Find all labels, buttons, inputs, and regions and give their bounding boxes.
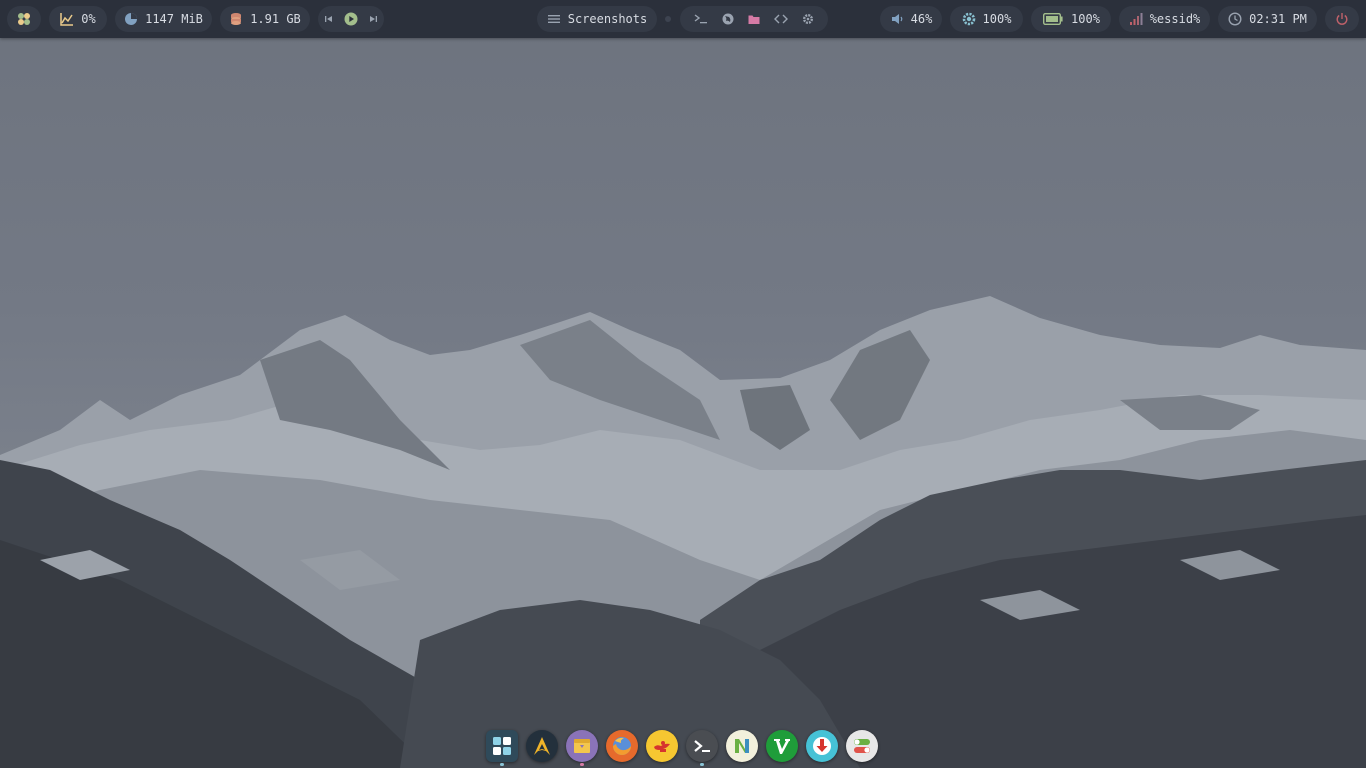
memory-pie-icon [124,12,138,26]
network-value: %essid% [1149,12,1201,26]
update-download-icon [813,737,831,755]
dock-app-updater[interactable] [806,730,838,762]
skip-previous-icon[interactable] [324,14,334,24]
memory-widget[interactable]: 1147 MiB [115,6,212,32]
brightness-value: 100% [982,12,1012,26]
dock-app-settings-toggle[interactable] [846,730,878,762]
toggle-switches-icon [854,739,870,753]
dock-app-terminal[interactable] [686,730,718,762]
signal-bars-icon [1129,12,1143,26]
volume-widget[interactable]: 46% [880,6,942,32]
vim-icon [774,739,790,754]
clock-icon [1228,12,1242,26]
window-title: Screenshots [567,12,648,26]
arch-logo-icon [534,737,550,755]
disk-stack-icon [229,12,243,26]
desktop-wallpaper [0,0,1366,768]
running-indicator [500,763,504,766]
dock-app-genie[interactable] [646,730,678,762]
volume-value: 46% [910,12,933,26]
separator-dot [665,16,671,22]
folder-icon[interactable] [748,14,760,25]
speaker-icon [890,12,904,26]
hamburger-icon [547,12,561,26]
battery-icon [1042,12,1064,26]
launcher-button[interactable] [7,6,41,32]
cpu-widget[interactable]: 0% [49,6,107,32]
dock-app-firefox[interactable] [606,730,638,762]
cpu-chart-icon [60,12,74,26]
dock-app-vim[interactable] [766,730,798,762]
memory-value: 1147 MiB [145,12,203,26]
firefox-icon [613,737,631,755]
battery-value: 100% [1071,12,1100,26]
power-icon [1335,12,1349,26]
quick-launch [680,6,828,32]
running-indicator [580,763,584,766]
genie-lamp-icon [654,741,670,752]
play-icon[interactable] [344,12,358,26]
running-indicator [700,763,704,766]
brightness-icon [962,12,976,26]
dock-app-nvim[interactable] [726,730,758,762]
clock-value: 02:31 PM [1249,12,1307,26]
power-button[interactable] [1325,6,1359,32]
grid-launcher-icon [493,737,511,755]
dock-app-arch[interactable] [526,730,558,762]
battery-widget[interactable]: 100% [1031,6,1111,32]
network-widget[interactable]: %essid% [1119,6,1210,32]
cpu-value: 0% [81,12,96,26]
skip-next-icon[interactable] [368,14,378,24]
globe-icon[interactable] [722,13,734,25]
dock [484,728,882,766]
clock-widget[interactable]: 02:31 PM [1218,6,1317,32]
dock-app-launcher[interactable] [486,730,518,762]
neovim-icon [735,739,749,753]
disk-widget[interactable]: 1.91 GB [220,6,310,32]
window-title-widget[interactable]: Screenshots [537,6,657,32]
top-panel: 0% 1147 MiB 1.91 GB Screenshots 46% 100%… [0,0,1366,38]
dock-app-archive-manager[interactable] [566,730,598,762]
media-controls [318,6,384,32]
terminal-icon[interactable] [694,13,708,25]
mountain-landscape [0,296,1366,768]
disk-value: 1.91 GB [250,12,301,26]
brightness-widget[interactable]: 100% [950,6,1023,32]
terminal-prompt-icon [694,740,710,752]
gear-icon[interactable] [802,13,814,25]
archive-box-icon [574,739,590,753]
apps-flower-icon [17,12,31,26]
code-icon[interactable] [774,13,788,25]
